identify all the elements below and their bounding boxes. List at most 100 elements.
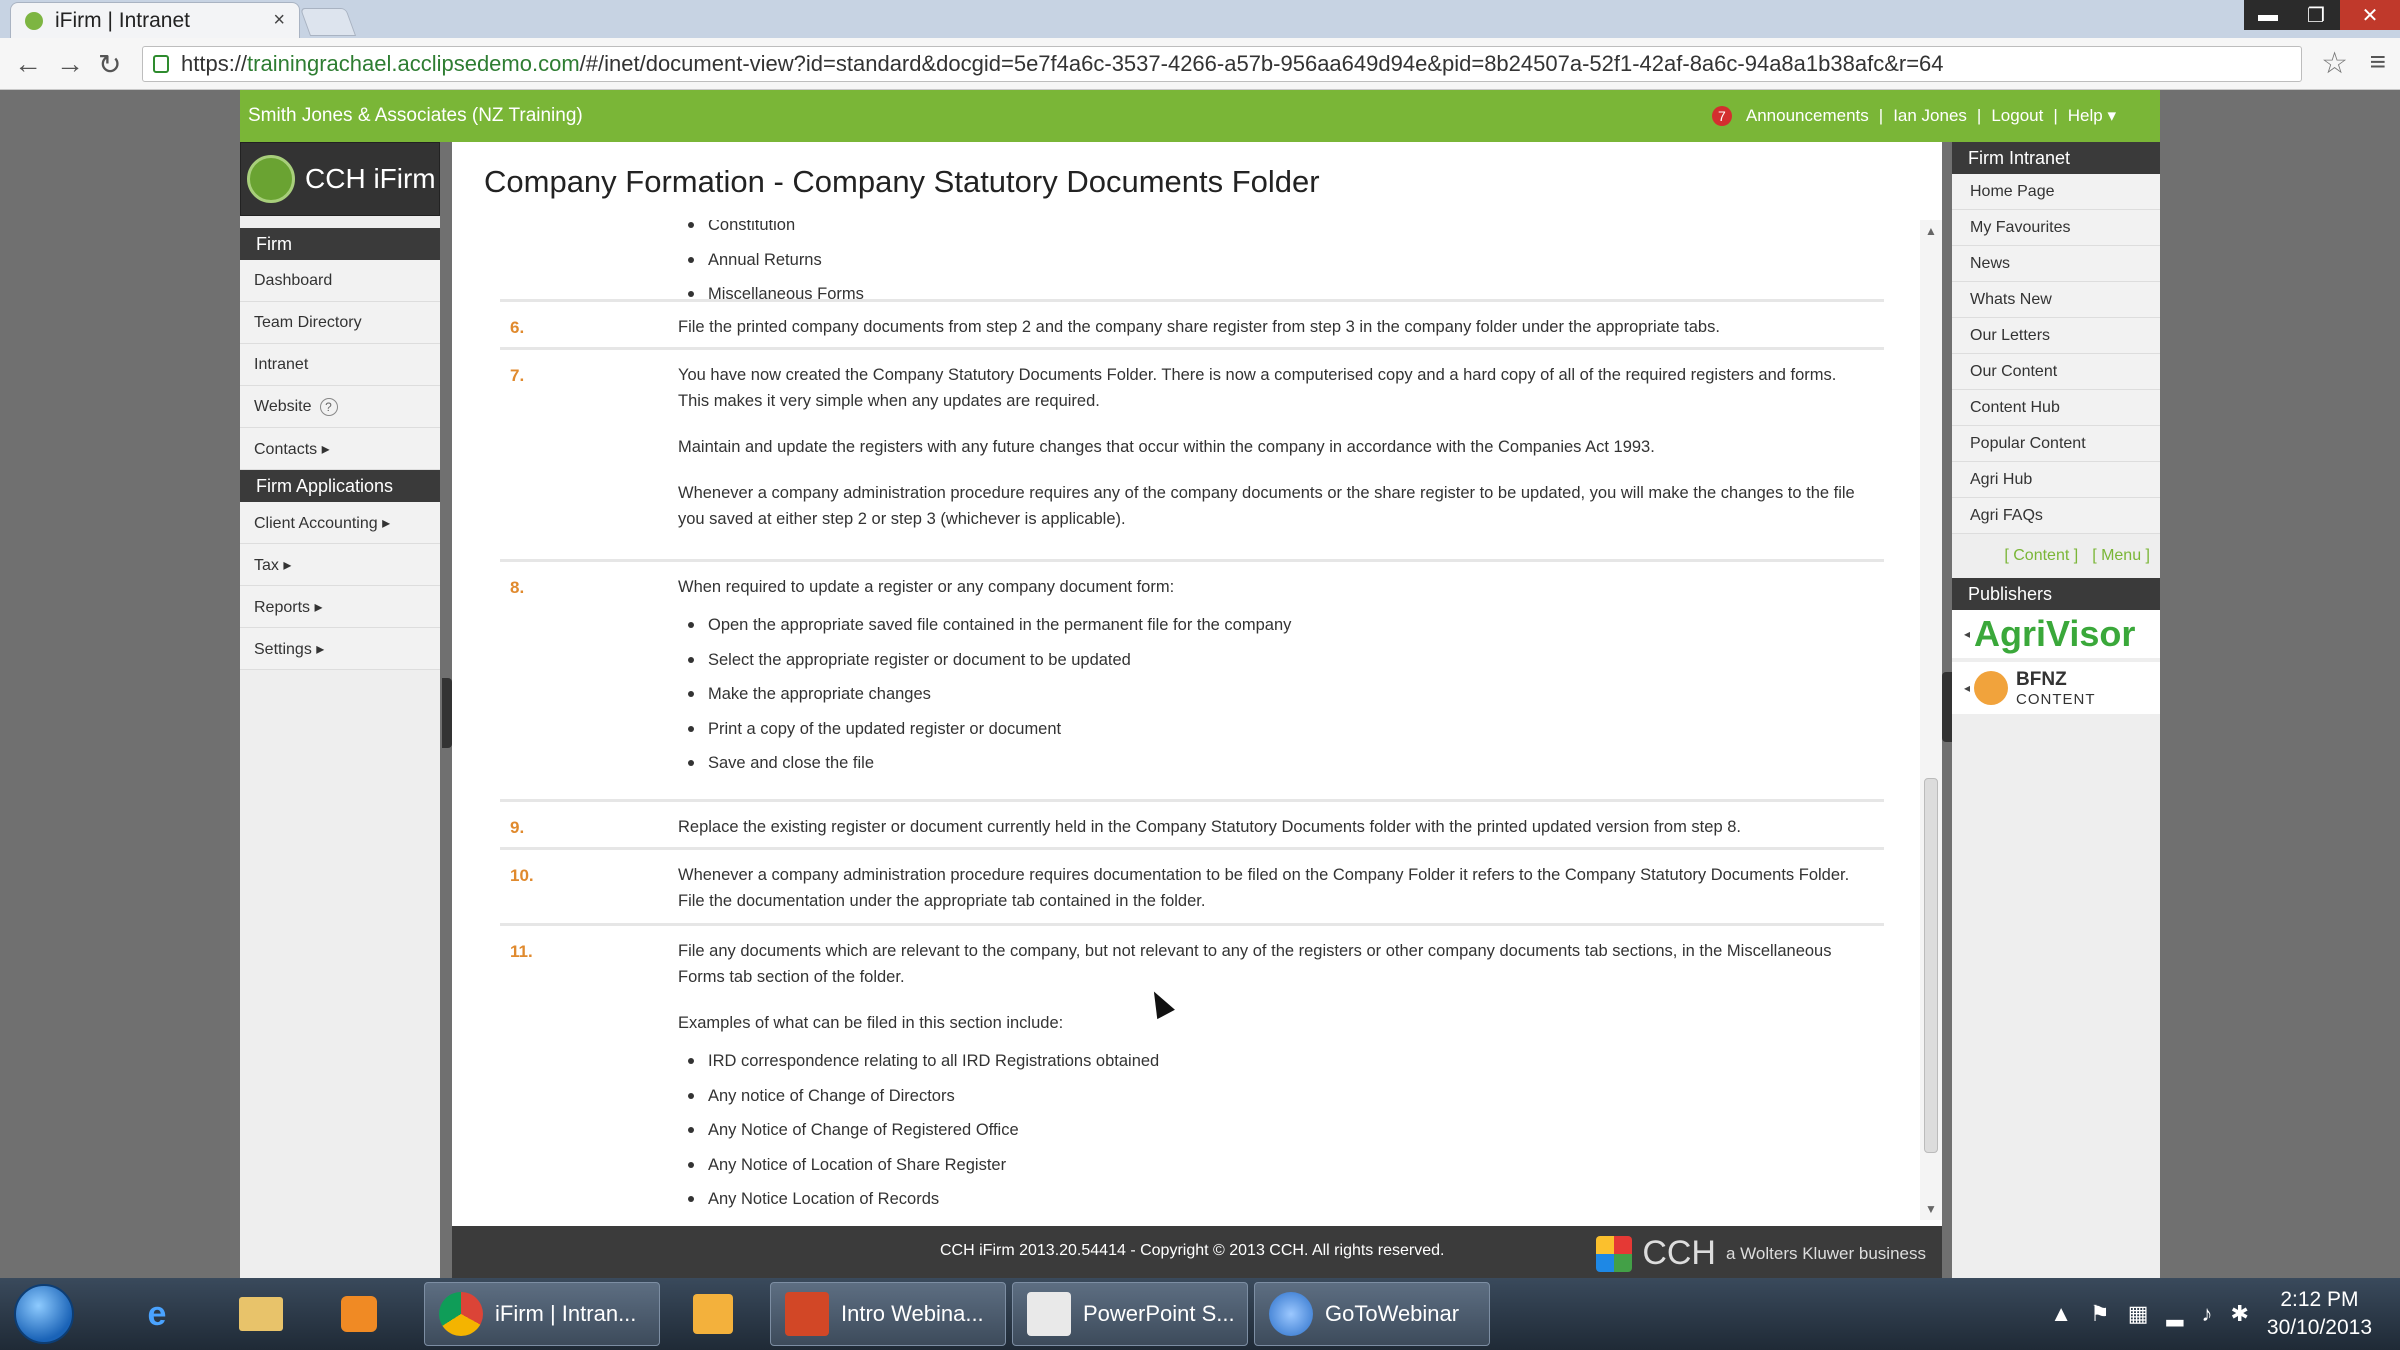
step-10: 10. Whenever a company administration pr… [500,850,1884,926]
step-text: You have now created the Company Statuto… [678,366,1837,410]
tray-expand-icon[interactable]: ▲ [2050,1301,2072,1327]
menu-link[interactable]: [ Menu ] [2092,547,2150,565]
list-item: Select the appropriate register or docum… [678,647,1868,673]
step-9: 9. Replace the existing register or docu… [500,802,1884,850]
flag-icon[interactable]: ⚑ [2090,1301,2110,1327]
separator: | [2053,106,2058,125]
taskbar-button-intro-webinar[interactable]: Intro Webina... [770,1282,1006,1346]
sidebar-item-label: Website [254,397,312,415]
browser-tab[interactable]: iFirm | Intranet × [10,2,300,38]
clock[interactable]: 2:12 PM 30/10/2013 [2267,1286,2372,1342]
tab-title: iFirm | Intranet [55,8,190,32]
new-tab-button[interactable] [299,8,357,36]
taskbar-button-chrome[interactable]: iFirm | Intran... [424,1282,660,1346]
minimize-button[interactable]: ▬ [2244,0,2292,30]
step-body: File any documents which are relevant to… [678,938,1868,1220]
taskbar-label: GoToWebinar [1325,1301,1460,1326]
bluetooth-icon[interactable]: ✱ [2230,1301,2248,1327]
step-text: File any documents which are relevant to… [678,942,1832,986]
scrollbar-thumb[interactable] [1924,778,1938,1153]
sidebar-item-client-accounting[interactable]: Client Accounting ▸ [240,502,440,544]
logout-link[interactable]: Logout [1991,106,2043,126]
step-body: You have now created the Company Statuto… [678,362,1868,552]
announcement-badge[interactable]: 7 [1711,106,1732,126]
step-text: Replace the existing register or documen… [678,818,1741,836]
address-bar-row: ← → ↻ https://trainingrachael.acclipsede… [0,38,2400,90]
agrivisor-text: AgriVisor [1974,613,2136,654]
list-item: Annual Returns [678,247,1868,273]
announcements-link[interactable]: Announcements [1746,106,1869,126]
scroll-up-icon[interactable]: ▲ [1925,224,1937,238]
outlook-icon[interactable] [684,1286,742,1342]
bfnz-content-logo[interactable]: ◂ BFNZ CONTENT [1952,662,2160,714]
cch-ifirm-logo[interactable]: CCH iFirm [240,142,440,216]
right-sidebar-collapse-handle[interactable] [1942,672,1952,742]
back-button[interactable]: ← [14,48,42,80]
url-input[interactable]: https://trainingrachael.acclipsedemo.com… [142,46,2302,82]
help-icon[interactable]: ? [319,397,338,416]
sidebar-heading-firm-intranet: Firm Intranet [1952,142,2160,174]
sidebar-item-intranet[interactable]: Intranet [240,344,440,386]
start-button[interactable] [14,1284,74,1344]
powerpoint-slide-icon [1027,1292,1071,1336]
maximize-button[interactable]: ❐ [2292,0,2340,30]
signal-icon[interactable]: ▂ [2167,1301,2184,1327]
sidebar-item-contacts[interactable]: Contacts ▸ [240,428,440,470]
clock-date: 30/10/2013 [2266,1316,2372,1339]
page-footer: CCH iFirm 2013.20.54414 - Copyright © 20… [452,1226,1942,1278]
window-close-button[interactable]: ✕ [2340,0,2400,30]
step-number: 10. [510,866,534,885]
browser-menu-icon[interactable]: ≡ [2370,46,2386,78]
document-scrollbar[interactable]: ▲ ▼ [1920,220,1942,1220]
cch-logo-icon [1596,1235,1633,1272]
reload-button[interactable]: ↻ [98,48,121,81]
right-item-popular-content[interactable]: Popular Content [1952,426,2160,462]
copyright-text: CCH iFirm 2013.20.54414 - Copyright © 20… [940,1242,1445,1259]
content-link[interactable]: [ Content ] [2004,547,2078,565]
right-item-content-hub[interactable]: Content Hub [1952,390,2160,426]
sidebar-heading-firm: Firm [240,228,440,260]
right-item-our-content[interactable]: Our Content [1952,354,2160,390]
taskbar-label: iFirm | Intran... [495,1301,637,1326]
tab-close-icon[interactable]: × [273,9,285,32]
right-item-home-page[interactable]: Home Page [1952,174,2160,210]
right-item-whats-new[interactable]: Whats New [1952,282,2160,318]
agrivisor-logo[interactable]: ◂ AgriVisor [1952,610,2160,658]
list-item: Constitution [678,220,1868,238]
left-sidebar-collapse-handle[interactable] [442,678,452,748]
step-number: 9. [510,818,525,837]
right-item-agri-hub[interactable]: Agri Hub [1952,462,2160,498]
network-device-icon[interactable]: ▦ [2128,1301,2149,1327]
taskbar-button-powerpoint[interactable]: PowerPoint S... [1012,1282,1248,1346]
sidebar-item-dashboard[interactable]: Dashboard [240,260,440,302]
bookmark-star-icon[interactable]: ☆ [2321,46,2348,81]
separator: | [1878,106,1884,125]
list-item: IRD correspondence relating to all IRD R… [678,1048,1868,1074]
step-text: Whenever a company administration proced… [678,866,1850,910]
left-sidebar: CCH iFirm Firm Dashboard Team Directory … [240,142,440,1278]
step-6: 6. File the printed company documents fr… [500,302,1884,350]
step-body: When required to update a register or an… [678,574,1868,785]
sidebar-item-website[interactable]: Website? [240,386,440,428]
sidebar-item-reports[interactable]: Reports ▸ [240,586,440,628]
volume-icon[interactable]: ♪ [2201,1301,2212,1327]
help-menu[interactable]: Help ▾ [2068,106,2116,126]
right-item-my-favourites[interactable]: My Favourites [1952,210,2160,246]
logo-icon [247,155,295,203]
sidebar-item-settings[interactable]: Settings ▸ [240,628,440,670]
right-item-agri-faqs[interactable]: Agri FAQs [1952,498,2160,534]
forward-button[interactable]: → [56,48,84,80]
right-item-news[interactable]: News [1952,246,2160,282]
user-link[interactable]: Ian Jones [1893,106,1967,126]
step-number: 6. [510,318,525,337]
internet-explorer-icon[interactable]: e [128,1286,186,1342]
step-11: 11. File any documents which are relevan… [500,926,1884,1220]
caret-left-icon: ◂ [1964,681,1971,695]
sidebar-item-team-directory[interactable]: Team Directory [240,302,440,344]
right-item-our-letters[interactable]: Our Letters [1952,318,2160,354]
media-player-icon[interactable] [330,1286,388,1342]
sidebar-item-tax[interactable]: Tax ▸ [240,544,440,586]
file-explorer-icon[interactable] [232,1286,290,1342]
taskbar-button-gotowebinar[interactable]: GoToWebinar [1254,1282,1490,1346]
scroll-down-icon[interactable]: ▼ [1925,1202,1937,1216]
